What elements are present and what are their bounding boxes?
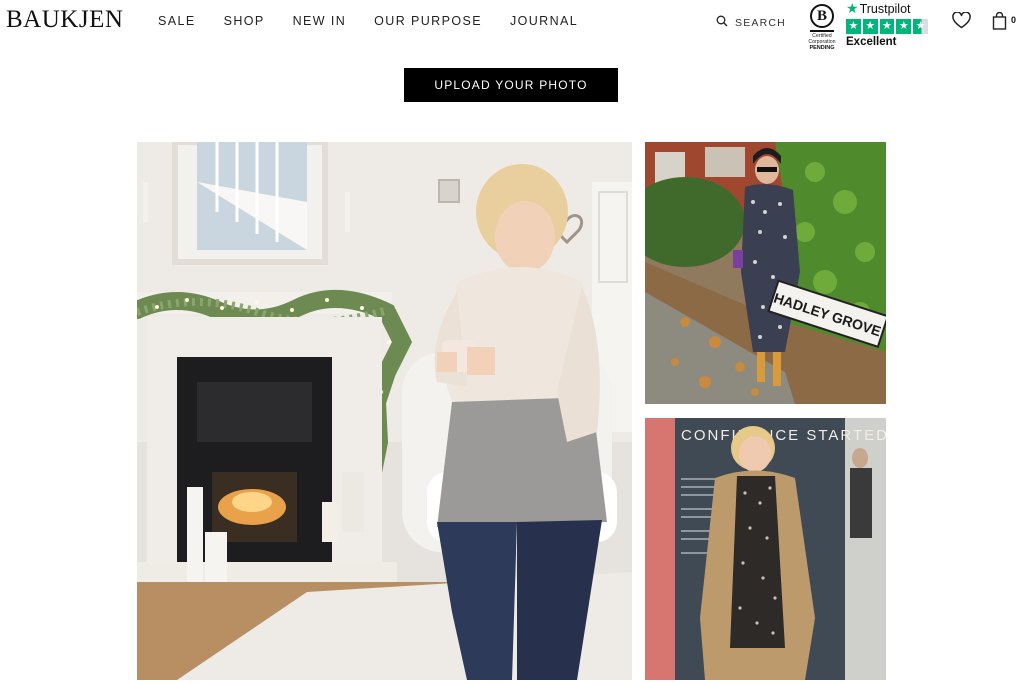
main-nav: SALE SHOP NEW IN OUR PURPOSE JOURNAL: [158, 14, 606, 28]
customer-photo-street[interactable]: HADLEY GROVE: [645, 142, 886, 404]
bcorp-divider: [810, 30, 834, 32]
star-icon: ★: [879, 19, 895, 34]
cart-button[interactable]: 0: [992, 11, 1017, 35]
trustpilot-stars: ★ ★ ★ ★ ★: [846, 19, 928, 34]
nav-item-new-in[interactable]: NEW IN: [293, 14, 347, 28]
customer-photo-event[interactable]: CONFIDENCE STARTED: [645, 418, 886, 680]
bcorp-badge[interactable]: B Certified Corporation PENDING: [806, 4, 838, 52]
trustpilot-rating: Excellent: [846, 36, 897, 48]
board-headline: CONFIDENCE STARTED: [681, 427, 886, 444]
brand-logo[interactable]: BAUKJEN: [6, 6, 123, 34]
bag-icon: [992, 11, 1007, 35]
trustpilot-widget[interactable]: ★ Trustpilot ★ ★ ★ ★ ★ Excellent: [846, 0, 928, 52]
nav-item-journal[interactable]: JOURNAL: [510, 14, 578, 28]
customer-photo-fireplace[interactable]: [137, 142, 632, 680]
cart-count: 0: [1011, 15, 1017, 25]
nav-item-shop[interactable]: SHOP: [224, 14, 265, 28]
nav-item-our-purpose[interactable]: OUR PURPOSE: [374, 14, 482, 28]
trustpilot-brand: Trustpilot: [859, 1, 911, 16]
star-icon: ★: [862, 19, 878, 34]
heart-icon: [952, 11, 971, 33]
bcorp-letter: B: [810, 4, 834, 28]
star-icon: ★: [846, 19, 861, 34]
star-half-icon: ★: [913, 19, 928, 34]
search-label: SEARCH: [735, 17, 786, 29]
star-icon: ★: [896, 19, 912, 34]
trustpilot-star-icon: ★: [846, 0, 859, 16]
photo-street-scene: HADLEY GROVE: [645, 142, 886, 404]
search-icon: [716, 14, 728, 32]
photo-event-scene: CONFIDENCE STARTED: [645, 418, 886, 680]
photo-fireplace-scene: [137, 142, 632, 680]
wishlist-button[interactable]: [952, 11, 971, 34]
upload-photo-button[interactable]: UPLOAD YOUR PHOTO: [404, 68, 618, 102]
nav-item-sale[interactable]: SALE: [158, 14, 196, 28]
search-button[interactable]: SEARCH: [716, 14, 786, 32]
trustpilot-logo: ★ Trustpilot: [846, 0, 928, 17]
bcorp-status: PENDING: [809, 45, 835, 51]
